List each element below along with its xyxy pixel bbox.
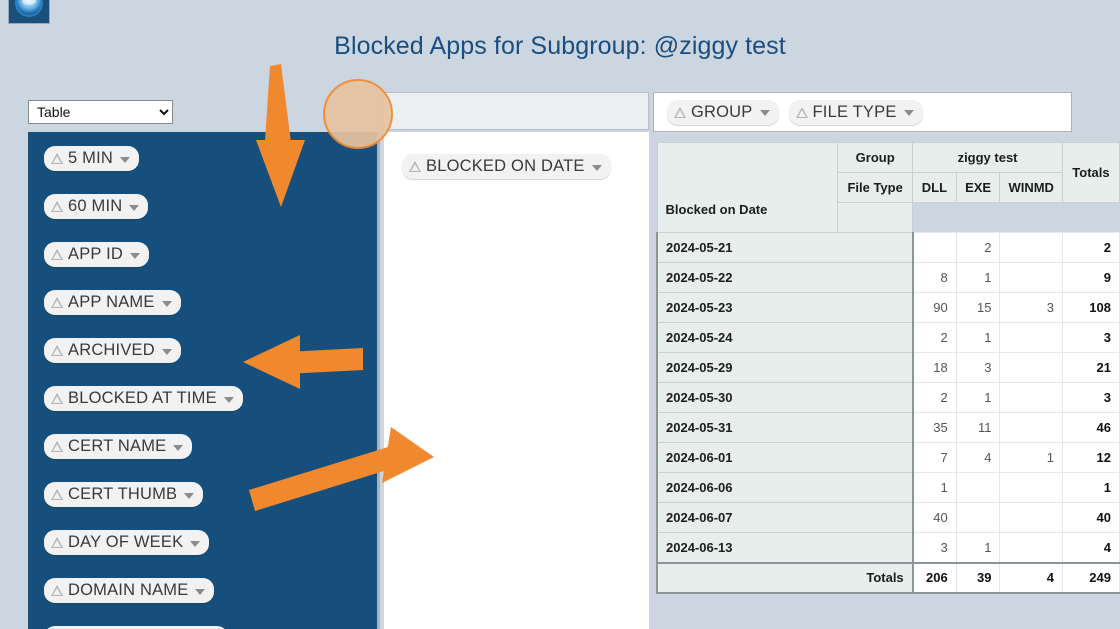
arrow-down-to-sidebar: [256, 64, 305, 207]
arrow-up-right-to-rows-shelf: [249, 427, 434, 511]
arrow-left-to-archived-chip: [243, 335, 363, 389]
annotation-arrows: [243, 64, 434, 511]
